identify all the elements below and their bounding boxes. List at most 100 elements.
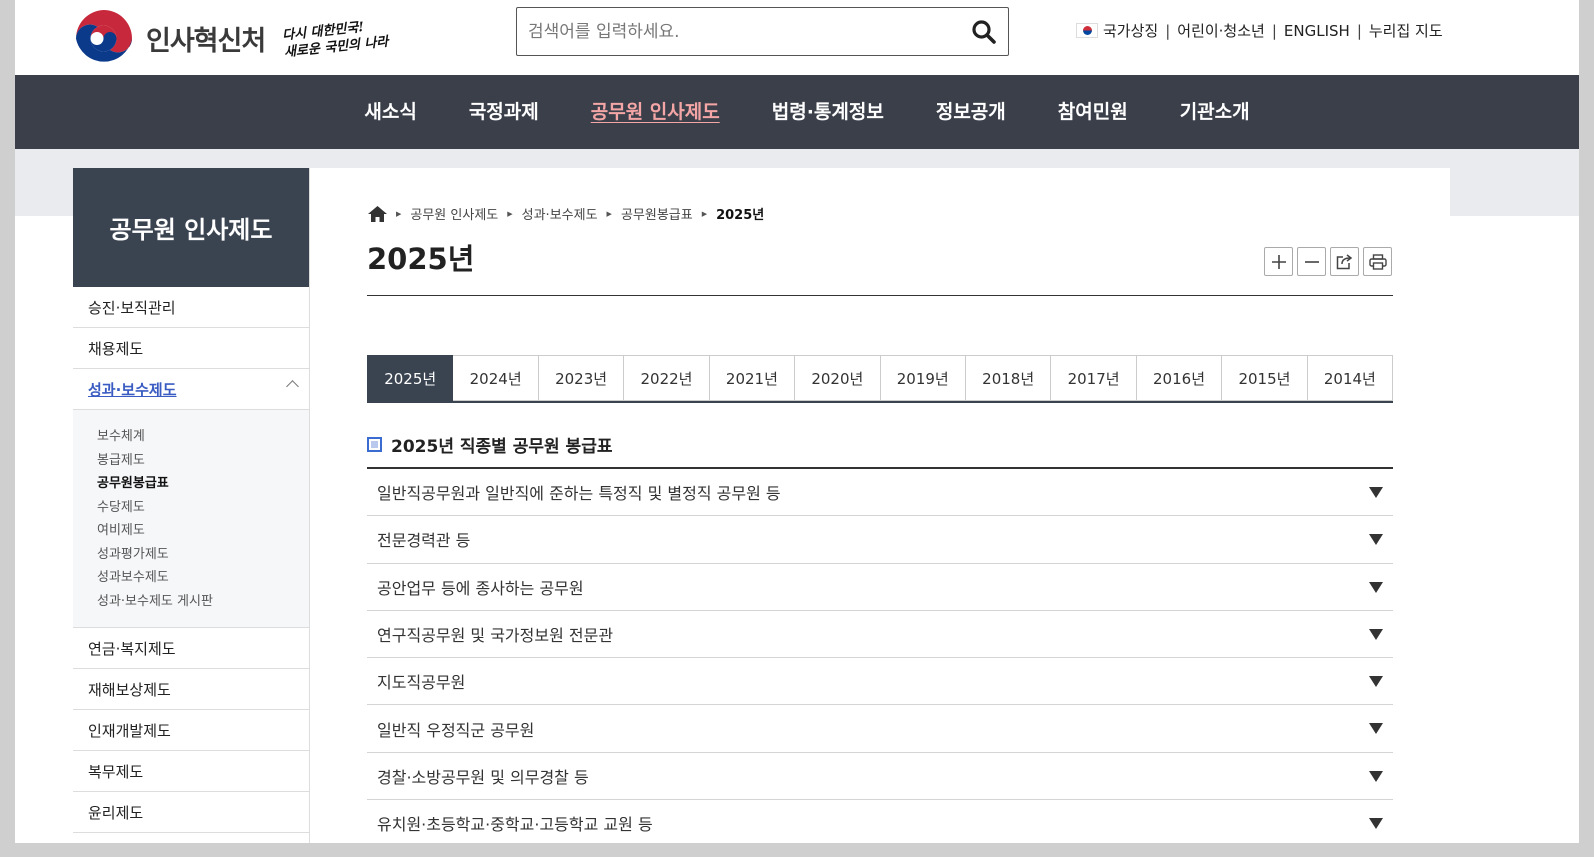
tab-2021[interactable]: 2021년 [709,355,796,401]
triangle-down-icon [1369,487,1383,498]
utility-links: 국가상징 | 어린이·청소년 | ENGLISH | 누리집 지도 [1076,20,1443,41]
sidebar-item-promotion[interactable]: 승진·보직관리 [73,287,309,328]
breadcrumb-item[interactable]: 공무원 인사제도 [410,204,498,223]
accordion-item[interactable]: 경찰·소방공무원 및 의무경찰 등 [367,753,1393,801]
accordion-item[interactable]: 지도직공무원 [367,658,1393,706]
nav-national-tasks[interactable]: 국정과제 [469,75,539,149]
sidebar-item-talent-development[interactable]: 인재개발제도 [73,710,309,751]
sidebar-item-service[interactable]: 복무제도 [73,751,309,792]
sidebar-item-ethics[interactable]: 윤리제도 [73,792,309,833]
accordion-item[interactable]: 전문경력관 등 [367,516,1393,564]
main-nav: 새소식 국정과제 공무원 인사제도 법령·통계정보 정보공개 참여민원 기관소개 [15,75,1579,149]
title-divider [367,295,1393,296]
nav-civil-petition[interactable]: 참여민원 [1058,75,1128,149]
divider: | [1356,21,1362,40]
tab-2022[interactable]: 2022년 [624,355,710,401]
site-header: 인사혁신처 다시 대한민국! 새로운 국민의 나라 국가상징 | 어린이·청소년… [15,0,1579,75]
submenu-item[interactable]: 성과보수제도 [97,566,309,590]
submenu-item[interactable]: 봉급제도 [97,449,309,473]
tab-2014[interactable]: 2014년 [1307,355,1394,401]
home-icon[interactable] [368,205,387,222]
accordion-item[interactable]: 일반직 우정직군 공무원 [367,705,1393,753]
nav-info-disclosure[interactable]: 정보공개 [936,75,1006,149]
minus-icon [1304,260,1319,263]
util-link-kids[interactable]: 어린이·청소년 [1177,20,1265,41]
divider: | [1271,21,1277,40]
breadcrumb-current: 2025년 [716,208,765,223]
tab-2017[interactable]: 2017년 [1051,355,1137,401]
accordion-item[interactable]: 일반직공무원과 일반직에 준하는 특정직 및 별정직 공무원 등 [367,469,1393,517]
tab-2020[interactable]: 2020년 [795,355,881,401]
site-logo[interactable]: 인사혁신처 다시 대한민국! 새로운 국민의 나라 [73,8,390,69]
tab-2024[interactable]: 2024년 [453,355,539,401]
tab-2019[interactable]: 2019년 [880,355,966,401]
sidebar-item-performance-pay[interactable]: 성과·보수제도 [73,369,309,410]
sidebar-submenu: 보수체계 봉급제도 공무원봉급표 수당제도 여비제도 성과평가제도 성과보수제도… [73,410,309,628]
search-input[interactable] [517,8,960,55]
nav-news[interactable]: 새소식 [364,75,416,149]
zoom-out-button[interactable] [1297,247,1326,276]
search-box [516,7,1009,56]
submenu-item[interactable]: 보수체계 [97,425,309,449]
triangle-down-icon [1369,676,1383,688]
accordion-item[interactable]: 공안업무 등에 종사하는 공무원 [367,564,1393,611]
tab-2025[interactable]: 2025년 [367,355,454,401]
nav-hr-system[interactable]: 공무원 인사제도 [591,75,720,149]
util-link-english[interactable]: ENGLISH [1284,22,1350,40]
submenu-item[interactable]: 여비제도 [97,519,309,543]
zoom-in-button[interactable] [1264,247,1293,276]
divider: | [1165,21,1171,40]
sidebar-title: 공무원 인사제도 [73,168,309,287]
tab-2015[interactable]: 2015년 [1222,355,1308,401]
breadcrumb-arrow-icon: ▶ [396,209,402,218]
accordion-label: 공안업무 등에 종사하는 공무원 [377,578,584,598]
salary-table-accordion: 일반직공무원과 일반직에 준하는 특정직 및 별정직 공무원 등 전문경력관 등… [367,467,1393,843]
breadcrumb-item[interactable]: 공무원봉급표 [621,204,693,223]
nav-about[interactable]: 기관소개 [1180,75,1250,149]
sidebar-item-recruitment[interactable]: 채용제도 [73,328,309,369]
left-sidebar: 공무원 인사제도 승진·보직관리 채용제도 성과·보수제도 보수체계 봉급제도 … [73,168,310,843]
submenu-item[interactable]: 수당제도 [97,496,309,520]
breadcrumb: ▶ 공무원 인사제도 ▶ 성과·보수제도 ▶ 공무원봉급표 ▶ 2025년 [368,204,764,223]
breadcrumb-arrow-icon: ▶ [701,209,708,218]
chevron-up-icon [286,380,299,393]
triangle-down-icon [1369,770,1383,782]
section-title: 2025년 직종별 공무원 봉급표 [367,432,612,457]
page-title: 2025년 [367,242,475,276]
breadcrumb-arrow-icon: ▶ [507,209,513,218]
search-icon [972,19,996,44]
page-tools [1264,247,1392,276]
tab-2016[interactable]: 2016년 [1136,355,1223,401]
main-content: ▶ 공무원 인사제도 ▶ 성과·보수제도 ▶ 공무원봉급표 ▶ 2025년 20… [310,168,1450,843]
share-button[interactable] [1330,247,1359,276]
share-icon [1336,253,1353,269]
triangle-down-icon [1369,818,1383,830]
accordion-label: 일반직공무원과 일반직에 준하는 특정직 및 별정직 공무원 등 [377,484,781,504]
submenu-item-current[interactable]: 공무원봉급표 [97,472,309,496]
submenu-item[interactable]: 성과·보수제도 게시판 [97,590,309,614]
triangle-down-icon [1369,581,1383,593]
org-name: 인사혁신처 [146,26,266,57]
nav-law-stats[interactable]: 법령·통계정보 [772,75,884,149]
util-link-national-symbol[interactable]: 국가상징 [1103,20,1158,41]
accordion-item[interactable]: 유치원·초등학교·중학교·고등학교 교원 등 [367,800,1393,843]
submenu-item[interactable]: 성과평가제도 [97,543,309,567]
print-button[interactable] [1363,247,1392,276]
breadcrumb-item[interactable]: 성과·보수제도 [522,204,598,223]
search-button[interactable] [960,8,1008,55]
slogan: 다시 대한민국! 새로운 국민의 나라 [282,16,390,61]
sidebar-item-pension[interactable]: 연금·복지제도 [73,628,309,669]
accordion-label: 연구직공무원 및 국가정보원 전문관 [377,626,614,646]
triangle-down-icon [1369,628,1383,640]
printer-icon [1368,253,1387,270]
tab-2018[interactable]: 2018년 [965,355,1052,401]
accordion-label: 지도직공무원 [377,673,466,693]
square-bullet-icon [367,437,382,452]
util-link-sitemap[interactable]: 누리집 지도 [1369,20,1443,41]
accordion-item[interactable]: 연구직공무원 및 국가정보원 전문관 [367,611,1393,659]
sidebar-item-compensation[interactable]: 재해보상제도 [73,669,309,710]
year-tabs: 2025년 2024년 2023년 2022년 2021년 2020년 2019… [367,355,1394,403]
tab-2023[interactable]: 2023년 [538,355,625,401]
plus-icon [1271,254,1286,269]
accordion-label: 경찰·소방공무원 및 의무경찰 등 [377,767,589,787]
